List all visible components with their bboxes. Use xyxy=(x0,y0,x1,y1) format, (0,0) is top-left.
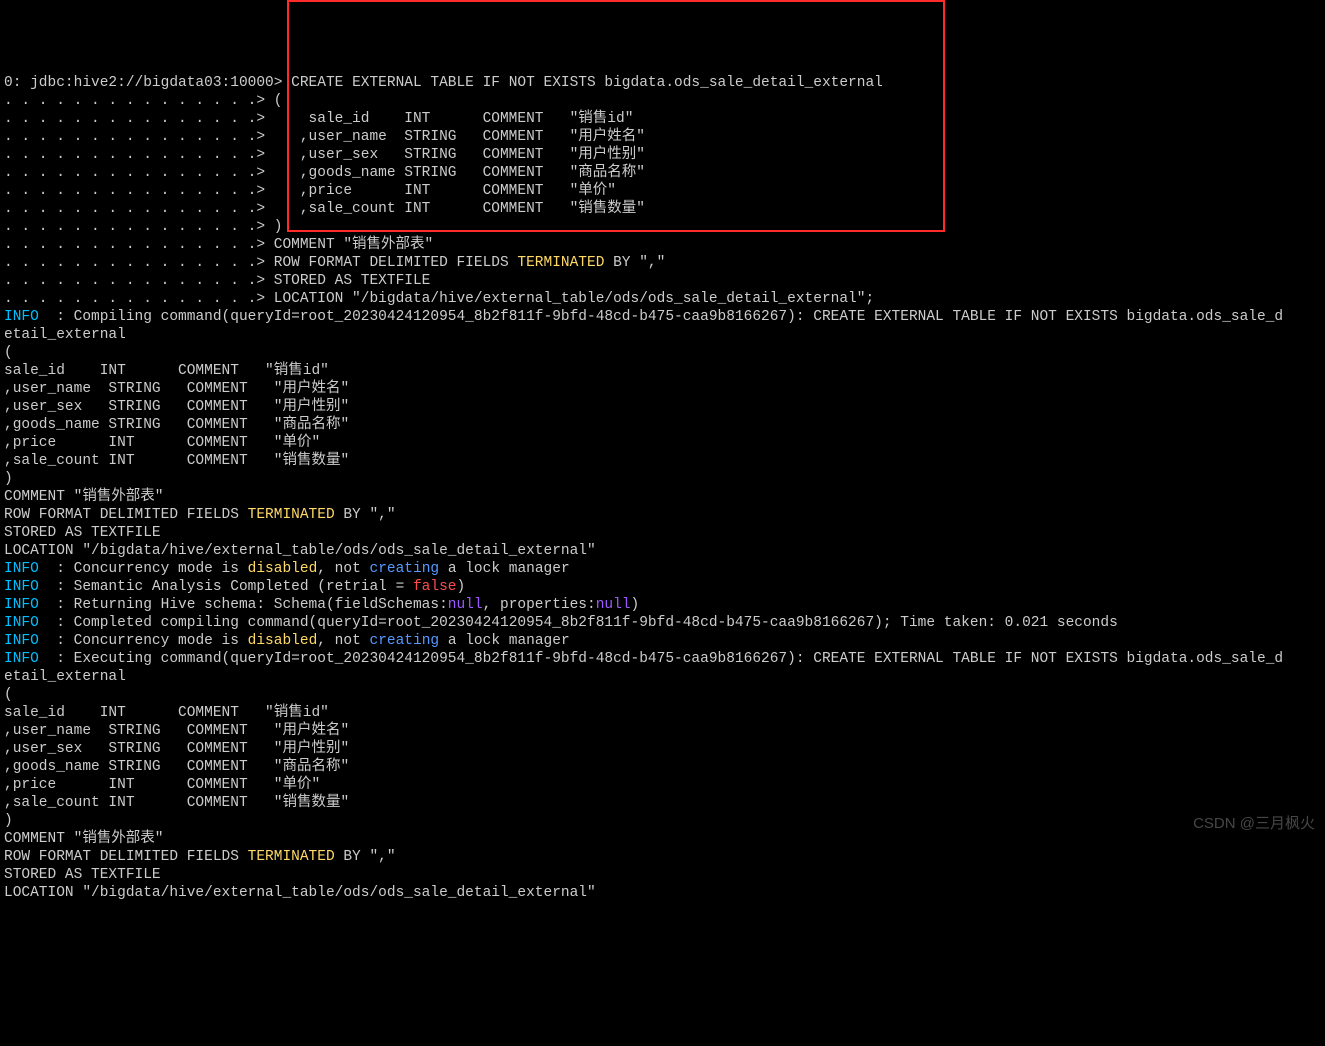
terminal-output: 0: jdbc:hive2://bigdata03:10000> CREATE … xyxy=(4,74,1321,902)
echo-line: ROW FORMAT DELIMITED FIELDS TERMINATED B… xyxy=(4,849,396,865)
log-line: INFO : Completed compiling command(query… xyxy=(4,615,1118,631)
echo-line: ,price INT COMMENT "单价" xyxy=(4,435,320,451)
log-line: INFO : Concurrency mode is disabled, not… xyxy=(4,633,570,649)
echo-line: sale_id INT COMMENT "销售id" xyxy=(4,705,329,721)
log-line-wrap: etail_external xyxy=(4,669,126,685)
continuation-line: . . . . . . . . . . . . . . .> LOCATION … xyxy=(4,291,874,307)
continuation-line: . . . . . . . . . . . . . . .> ,sale_cou… xyxy=(4,201,645,217)
echo-line: ( xyxy=(4,687,13,703)
prompt-line: 0: jdbc:hive2://bigdata03:10000> CREATE … xyxy=(4,75,883,91)
continuation-line: . . . . . . . . . . . . . . .> sale_id I… xyxy=(4,111,633,127)
log-line: INFO : Concurrency mode is disabled, not… xyxy=(4,561,570,577)
echo-line: STORED AS TEXTFILE xyxy=(4,867,161,883)
echo-line: ) xyxy=(4,813,13,829)
continuation-line: . . . . . . . . . . . . . . .> ROW FORMA… xyxy=(4,255,665,271)
echo-line: LOCATION "/bigdata/hive/external_table/o… xyxy=(4,885,596,901)
log-line: INFO : Executing command(queryId=root_20… xyxy=(4,651,1283,667)
log-line-wrap: etail_external xyxy=(4,327,126,343)
log-line: INFO : Semantic Analysis Completed (retr… xyxy=(4,579,465,595)
echo-line: ( xyxy=(4,345,13,361)
continuation-line: . . . . . . . . . . . . . . .> ,price IN… xyxy=(4,183,616,199)
echo-line: STORED AS TEXTFILE xyxy=(4,525,161,541)
continuation-line: . . . . . . . . . . . . . . .> ( xyxy=(4,93,282,109)
echo-line: sale_id INT COMMENT "销售id" xyxy=(4,363,329,379)
echo-line: ,user_name STRING COMMENT "用户姓名" xyxy=(4,381,349,397)
echo-line: ,goods_name STRING COMMENT "商品名称" xyxy=(4,417,349,433)
echo-line: ,sale_count INT COMMENT "销售数量" xyxy=(4,795,349,811)
continuation-line: . . . . . . . . . . . . . . .> ,goods_na… xyxy=(4,165,645,181)
continuation-line: . . . . . . . . . . . . . . .> ,user_nam… xyxy=(4,129,645,145)
echo-line: ,user_name STRING COMMENT "用户姓名" xyxy=(4,723,349,739)
continuation-line: . . . . . . . . . . . . . . .> ) xyxy=(4,219,282,235)
echo-line: ,sale_count INT COMMENT "销售数量" xyxy=(4,453,349,469)
continuation-line: . . . . . . . . . . . . . . .> STORED AS… xyxy=(4,273,430,289)
echo-line: COMMENT "销售外部表" xyxy=(4,831,164,847)
echo-line: ,price INT COMMENT "单价" xyxy=(4,777,320,793)
echo-line: ,user_sex STRING COMMENT "用户性别" xyxy=(4,741,349,757)
watermark-text: CSDN @三月枫火 xyxy=(1193,815,1315,833)
echo-line: ) xyxy=(4,471,13,487)
log-line: INFO : Compiling command(queryId=root_20… xyxy=(4,309,1283,325)
continuation-line: . . . . . . . . . . . . . . .> COMMENT "… xyxy=(4,237,433,253)
echo-line: LOCATION "/bigdata/hive/external_table/o… xyxy=(4,543,596,559)
echo-line: ROW FORMAT DELIMITED FIELDS TERMINATED B… xyxy=(4,507,396,523)
echo-line: COMMENT "销售外部表" xyxy=(4,489,164,505)
echo-line: ,goods_name STRING COMMENT "商品名称" xyxy=(4,759,349,775)
log-line: INFO : Returning Hive schema: Schema(fie… xyxy=(4,597,639,613)
continuation-line: . . . . . . . . . . . . . . .> ,user_sex… xyxy=(4,147,645,163)
echo-line: ,user_sex STRING COMMENT "用户性别" xyxy=(4,399,349,415)
